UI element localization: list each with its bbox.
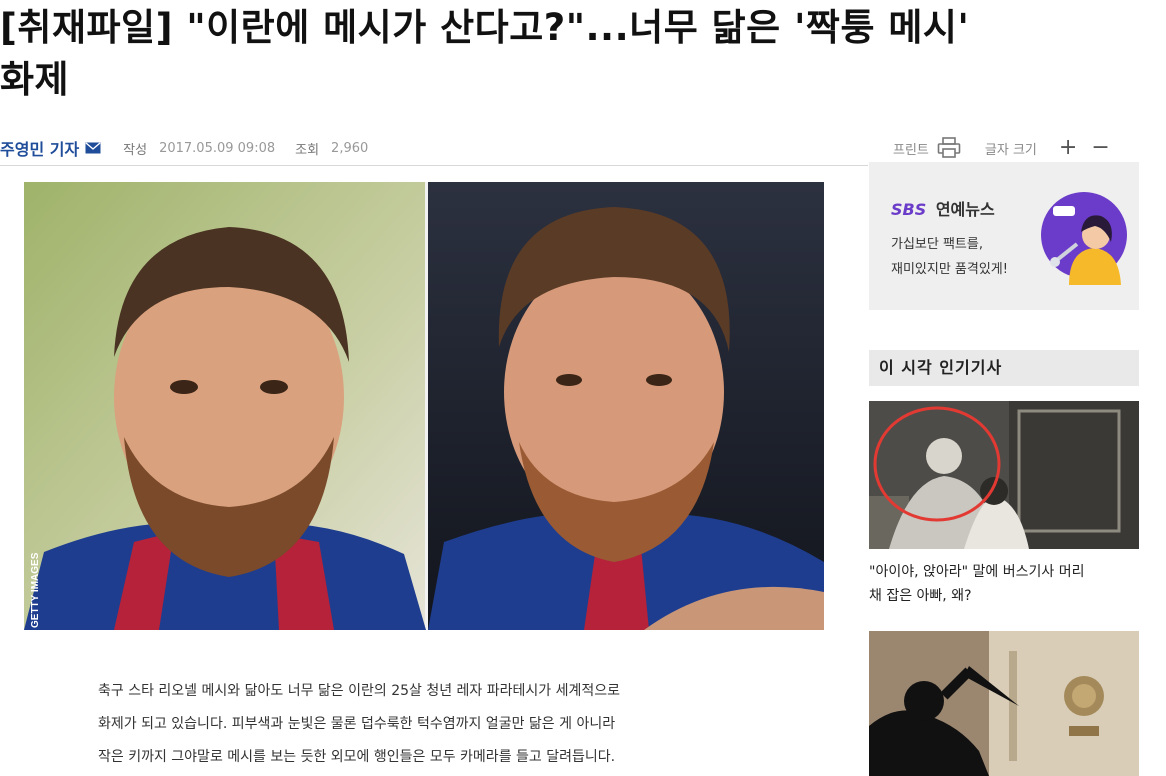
article-photo: GETTY IMAGES: [24, 182, 824, 630]
ad-copy-line2: 재미있지만 품격있게!: [891, 262, 1008, 277]
bus-cctv-image: [869, 401, 1139, 549]
popular-item-2-thumbnail[interactable]: [869, 631, 1139, 776]
font-increase-button[interactable]: +: [1059, 137, 1077, 159]
popular-item-1-thumbnail[interactable]: [869, 401, 1139, 549]
printer-icon: [937, 137, 961, 158]
print-label: 프린트: [893, 142, 929, 158]
popular-item-1-title[interactable]: "아이야, 앉아라" 말에 버스기사 머리 채 잡은 아빠, 왜?: [869, 560, 1139, 608]
ad-copy-line1: 가십보단 팩트를,: [891, 237, 983, 252]
written-date: 2017.05.09 09:08: [159, 140, 276, 156]
article-body: 축구 스타 리오넬 메시와 닮아도 너무 닮은 이란의 25살 청년 레자 파라…: [98, 675, 758, 774]
byline-divider: [0, 165, 868, 166]
photo-credit: GETTY IMAGES: [30, 552, 41, 628]
views-label: 조회: [295, 142, 320, 158]
sbs-entertainment-ad[interactable]: SBS 연예뉴스 가십보단 팩트를, 재미있지만 품격있게!: [869, 162, 1139, 310]
ad-reporter-illustration: [1041, 192, 1127, 285]
body-line-3: 작은 키까지 그야말로 메시를 보는 듯한 외모에 행인들은 모두 카메라를 들…: [98, 749, 616, 765]
article-headline: [취재파일] "이란에 메시가 산다고?"...너무 닮은 '짝퉁 메시' 화제: [0, 2, 1160, 106]
door-knife-image: [869, 631, 1139, 776]
font-size-label: 글자 크기: [984, 142, 1037, 158]
written-label: 작성: [123, 142, 148, 158]
reporter-name[interactable]: 주영민 기자: [0, 136, 79, 160]
popular-articles-heading: 이 시각 인기기사: [869, 350, 1139, 386]
article-tools: 프린트 글자 크기 + −: [893, 136, 1110, 160]
headline-line2: 화제: [0, 58, 70, 101]
body-line-1: 축구 스타 리오넬 메시와 닮아도 너무 닮은 이란의 25살 청년 레자 파라…: [98, 683, 621, 699]
popular-item-1-line2: 채 잡은 아빠, 왜?: [869, 588, 972, 604]
ad-copy: 가십보단 팩트를, 재미있지만 품격있게!: [891, 232, 1008, 282]
font-decrease-button[interactable]: −: [1091, 137, 1109, 159]
mail-icon[interactable]: [85, 142, 101, 154]
body-line-2: 화제가 되고 있습니다. 피부색과 눈빛은 물론 덥수룩한 턱수염까지 얼굴만 …: [98, 716, 616, 732]
print-button[interactable]: 프린트: [893, 137, 961, 159]
article-photo-illustration: GETTY IMAGES: [24, 182, 824, 630]
popular-item-1-line1: "아이야, 앉아라" 말에 버스기사 머리: [869, 564, 1085, 580]
sbs-logo: SBS: [891, 200, 927, 219]
headline-line1: [취재파일] "이란에 메시가 산다고?"...너무 닮은 '짝퉁 메시': [0, 6, 970, 49]
ad-brand-name: 연예뉴스: [935, 200, 995, 219]
ad-brand: SBS 연예뉴스: [891, 196, 995, 220]
byline: 주영민 기자 작성 2017.05.09 09:08 조회 2,960: [0, 136, 388, 160]
views-count: 2,960: [331, 140, 369, 156]
